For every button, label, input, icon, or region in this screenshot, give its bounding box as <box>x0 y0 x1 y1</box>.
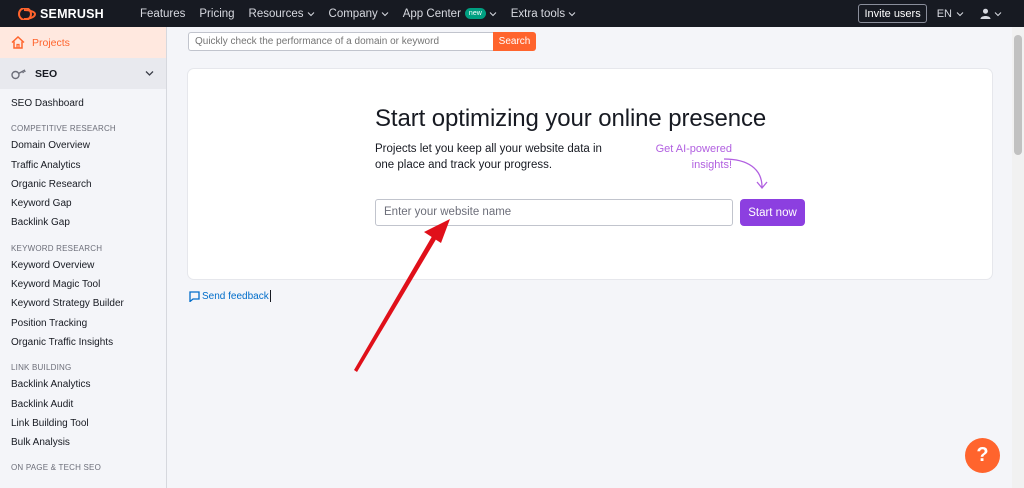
sidebar-item-seo-label: SEO <box>35 67 58 80</box>
ai-insights-hint: Get AI-powered insights! <box>655 143 732 171</box>
chevron-down-icon <box>381 11 389 16</box>
quick-search-input[interactable] <box>188 32 493 51</box>
sidebar-item-projects-label: Projects <box>32 36 70 49</box>
sidebar-item-organic-research[interactable]: Organic Research <box>0 175 166 194</box>
quick-search: Search <box>188 32 536 51</box>
semrush-logo-icon <box>18 7 36 20</box>
nav-features-label: Features <box>140 7 186 20</box>
sidebar-section-on-page-tech-seo: ON PAGE & TECH SEO <box>11 463 101 473</box>
sidebar-item-seo-dashboard[interactable]: SEO Dashboard <box>0 94 166 113</box>
semrush-logo[interactable]: SEMRUSH <box>18 7 126 21</box>
nav-pricing-label: Pricing <box>199 7 235 20</box>
help-button[interactable]: ? <box>965 438 1000 473</box>
language-selector[interactable]: EN <box>937 8 964 20</box>
sidebar-item-projects[interactable]: Projects <box>0 27 166 58</box>
sidebar-item-backlink-gap[interactable]: Backlink Gap <box>0 213 166 232</box>
scrollbar-thumb[interactable] <box>1014 35 1022 155</box>
user-icon <box>980 8 991 19</box>
new-badge: new <box>464 8 486 19</box>
nav-app-center[interactable]: App Center new <box>403 8 497 20</box>
page-scrollbar[interactable] <box>1012 27 1024 488</box>
nav-company[interactable]: Company <box>329 8 389 20</box>
sidebar-item-keyword-overview[interactable]: Keyword Overview <box>0 256 166 275</box>
top-right-controls: Invite users EN <box>858 4 1002 23</box>
sidebar: Projects SEO SEO Dashboard COMPETITIVE R… <box>0 27 167 488</box>
sidebar-item-position-tracking[interactable]: Position Tracking <box>0 314 166 333</box>
sidebar-item-backlink-audit[interactable]: Backlink Audit <box>0 395 166 414</box>
sidebar-item-backlink-analytics[interactable]: Backlink Analytics <box>0 375 166 394</box>
send-feedback-link[interactable]: Send feedback <box>189 290 271 302</box>
sidebar-item-keyword-magic-tool[interactable]: Keyword Magic Tool <box>0 275 166 294</box>
language-label: EN <box>936 7 952 20</box>
sidebar-item-bulk-analysis[interactable]: Bulk Analysis <box>0 433 166 452</box>
projects-onboarding-card: Start optimizing your online presence Pr… <box>188 69 992 279</box>
card-description: Projects let you keep all your website d… <box>375 143 602 171</box>
nav-app-center-label: App Center <box>402 7 461 20</box>
nav-features[interactable]: Features <box>140 8 185 20</box>
sidebar-item-link-building-tool[interactable]: Link Building Tool <box>0 414 166 433</box>
home-icon <box>11 36 25 49</box>
nav-resources[interactable]: Resources <box>249 8 315 20</box>
sidebar-item-organic-traffic-insights[interactable]: Organic Traffic Insights <box>0 333 166 352</box>
chat-bubble-icon <box>189 290 200 302</box>
nav-extra-tools-label: Extra tools <box>510 7 566 20</box>
user-menu[interactable] <box>980 8 1002 19</box>
nav-company-label: Company <box>328 7 378 20</box>
search-button[interactable]: Search <box>493 32 536 51</box>
sidebar-section-competitive-research: COMPETITIVE RESEARCH <box>11 124 116 134</box>
sidebar-item-keyword-gap[interactable]: Keyword Gap <box>0 194 166 213</box>
page-title: Start optimizing your online presence <box>375 105 767 132</box>
start-now-button[interactable]: Start now <box>740 199 805 226</box>
send-feedback-label: Send feedback <box>202 290 269 302</box>
sidebar-item-traffic-analytics[interactable]: Traffic Analytics <box>0 156 166 175</box>
brand-name: SEMRUSH <box>40 6 104 21</box>
chevron-down-icon <box>994 11 1002 16</box>
sidebar-item-keyword-strategy-builder[interactable]: Keyword Strategy Builder <box>0 294 166 313</box>
chevron-down-icon <box>489 11 497 16</box>
top-navbar: SEMRUSH Features Pricing Resources Compa… <box>0 0 1024 27</box>
curved-arrow-icon <box>723 158 768 190</box>
nav-pricing[interactable]: Pricing <box>199 8 234 20</box>
sidebar-item-seo[interactable]: SEO <box>0 58 166 89</box>
invite-users-button[interactable]: Invite users <box>858 4 927 23</box>
sidebar-section-keyword-research: KEYWORD RESEARCH <box>11 243 103 253</box>
chevron-down-icon <box>956 11 964 16</box>
nav-resources-label: Resources <box>248 7 304 20</box>
seo-key-icon <box>11 68 26 79</box>
sidebar-section-link-building: LINK BUILDING <box>11 363 72 373</box>
chevron-down-icon <box>145 71 154 76</box>
chevron-down-icon <box>568 11 576 16</box>
text-cursor <box>269 290 271 302</box>
nav-extra-tools[interactable]: Extra tools <box>511 8 576 20</box>
chevron-down-icon <box>307 11 314 16</box>
annotation-arrow <box>354 219 450 372</box>
sidebar-item-domain-overview[interactable]: Domain Overview <box>0 136 166 155</box>
